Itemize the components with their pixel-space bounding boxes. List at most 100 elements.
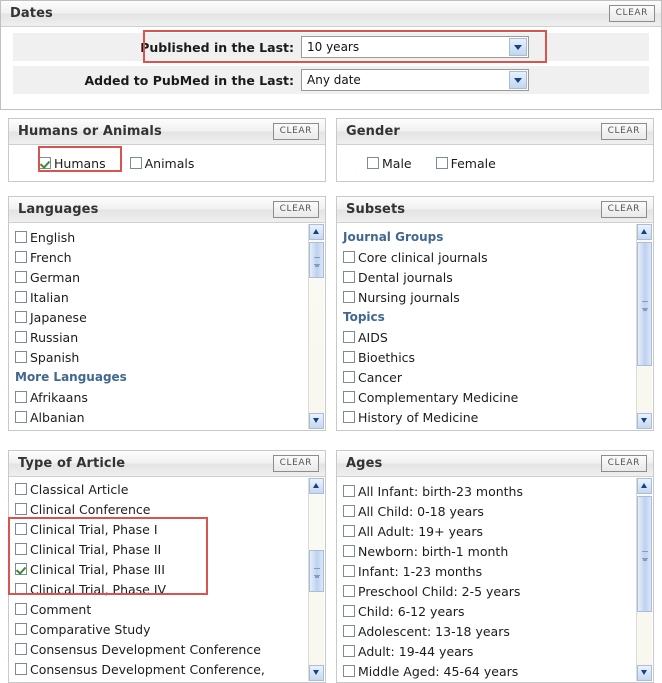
list-item[interactable]: Cancer — [343, 367, 636, 387]
list-item[interactable]: Consensus Development Conference — [15, 639, 308, 659]
clear-languages-button[interactable]: CLEAR — [272, 201, 319, 218]
list-item[interactable]: Core clinical journals — [343, 247, 636, 267]
checkbox[interactable] — [343, 251, 355, 263]
list-item[interactable]: Japanese — [15, 307, 308, 327]
checkbox[interactable] — [343, 331, 355, 343]
checkbox-humans[interactable] — [39, 157, 51, 169]
list-item[interactable]: Adolescent: 13-18 years — [343, 621, 636, 641]
list-item[interactable]: Dental journals — [343, 267, 636, 287]
list-item[interactable]: Preschool Child: 2-5 years — [343, 581, 636, 601]
scroll-down-icon[interactable] — [309, 665, 324, 681]
list-item[interactable]: German — [15, 267, 308, 287]
checkbox[interactable] — [343, 665, 355, 677]
type-of-article-scrollbar[interactable] — [308, 478, 324, 681]
list-item[interactable]: Spanish — [15, 347, 308, 367]
checkbox[interactable] — [343, 351, 355, 363]
checkbox[interactable] — [343, 505, 355, 517]
checkbox[interactable] — [15, 271, 27, 283]
checkbox-item-male[interactable]: Male — [367, 156, 412, 171]
checkbox[interactable] — [15, 231, 27, 243]
checkbox[interactable] — [343, 565, 355, 577]
list-item[interactable]: Albanian — [15, 407, 308, 427]
checkbox[interactable] — [343, 625, 355, 637]
checkbox[interactable] — [343, 545, 355, 557]
scrollbar-thumb[interactable] — [309, 242, 324, 278]
checkbox[interactable] — [343, 485, 355, 497]
list-item[interactable]: Comment — [15, 599, 308, 619]
list-item[interactable]: All Infant: birth-23 months — [343, 481, 636, 501]
scroll-up-icon[interactable] — [637, 224, 652, 240]
checkbox[interactable] — [15, 311, 27, 323]
list-item[interactable]: Consensus Development Conference, — [15, 659, 308, 679]
checkbox[interactable] — [15, 523, 27, 535]
scroll-up-icon[interactable] — [637, 478, 652, 494]
checkbox-item-humans[interactable]: Humans — [39, 156, 106, 171]
checkbox[interactable] — [15, 663, 27, 675]
checkbox[interactable] — [15, 411, 27, 423]
languages-scrollbar[interactable] — [308, 224, 324, 429]
list-item[interactable]: Newborn: birth-1 month — [343, 541, 636, 561]
scrollbar-thumb[interactable] — [309, 550, 324, 592]
list-item[interactable]: Complementary Medicine — [343, 387, 636, 407]
checkbox[interactable] — [343, 371, 355, 383]
list-item[interactable]: Clinical Trial, Phase III — [15, 559, 308, 579]
checkbox[interactable] — [15, 603, 27, 615]
checkbox-item-animals[interactable]: Animals — [129, 156, 194, 171]
list-item[interactable]: Clinical Trial, Phase II — [15, 539, 308, 559]
list-item[interactable]: Afrikaans — [15, 387, 308, 407]
scrollbar-thumb[interactable] — [637, 496, 652, 612]
checkbox[interactable] — [343, 605, 355, 617]
checkbox[interactable] — [15, 391, 27, 403]
checkbox[interactable] — [15, 251, 27, 263]
checkbox[interactable] — [343, 585, 355, 597]
checkbox[interactable] — [343, 271, 355, 283]
checkbox[interactable] — [343, 391, 355, 403]
list-item[interactable]: Infant: 1-23 months — [343, 561, 636, 581]
scroll-down-icon[interactable] — [309, 413, 324, 429]
chevron-down-icon[interactable] — [509, 38, 527, 56]
list-item[interactable]: All Child: 0-18 years — [343, 501, 636, 521]
checkbox[interactable] — [15, 483, 27, 495]
checkbox[interactable] — [15, 351, 27, 363]
scroll-down-icon[interactable] — [637, 665, 652, 681]
list-item[interactable]: French — [15, 247, 308, 267]
list-item[interactable]: AIDS — [343, 327, 636, 347]
clear-ages-button[interactable]: CLEAR — [600, 455, 647, 472]
list-item[interactable]: Clinical Trial, Phase I — [15, 519, 308, 539]
list-item[interactable]: Bioethics — [343, 347, 636, 367]
checkbox-animals[interactable] — [129, 157, 142, 169]
list-item[interactable]: English — [15, 227, 308, 247]
checkbox[interactable] — [343, 525, 355, 537]
checkbox-male[interactable] — [367, 157, 379, 169]
list-item[interactable]: Middle Aged: 45-64 years — [343, 661, 636, 681]
clear-dates-button[interactable]: CLEAR — [608, 5, 655, 22]
list-item[interactable]: Comparative Study — [15, 619, 308, 639]
list-item[interactable]: All Adult: 19+ years — [343, 521, 636, 541]
checkbox[interactable] — [343, 291, 355, 303]
list-item[interactable]: Clinical Conference — [15, 499, 308, 519]
checkbox[interactable] — [15, 291, 27, 303]
clear-type-of-article-button[interactable]: CLEAR — [272, 455, 319, 472]
checkbox[interactable] — [15, 331, 27, 343]
checkbox[interactable] — [15, 643, 27, 655]
published-in-last-select[interactable]: 10 years — [301, 36, 529, 58]
checkbox[interactable] — [15, 543, 27, 555]
checkbox[interactable] — [343, 411, 355, 423]
checkbox[interactable] — [15, 583, 27, 595]
checkbox[interactable] — [15, 563, 27, 575]
list-item[interactable]: Nursing journals — [343, 287, 636, 307]
list-item[interactable]: Italian — [15, 287, 308, 307]
checkbox[interactable] — [15, 623, 27, 635]
clear-gender-button[interactable]: CLEAR — [600, 123, 647, 140]
scroll-up-icon[interactable] — [309, 478, 324, 494]
scroll-up-icon[interactable] — [309, 224, 324, 240]
list-item[interactable]: Adult: 19-44 years — [343, 641, 636, 661]
checkbox[interactable] — [15, 503, 27, 515]
list-item[interactable]: Russian — [15, 327, 308, 347]
subsets-scrollbar[interactable] — [636, 224, 652, 429]
chevron-down-icon[interactable] — [509, 71, 527, 89]
list-item[interactable]: Classical Article — [15, 479, 308, 499]
scrollbar-thumb[interactable] — [637, 242, 652, 366]
checkbox[interactable] — [343, 645, 355, 657]
list-item[interactable]: Child: 6-12 years — [343, 601, 636, 621]
